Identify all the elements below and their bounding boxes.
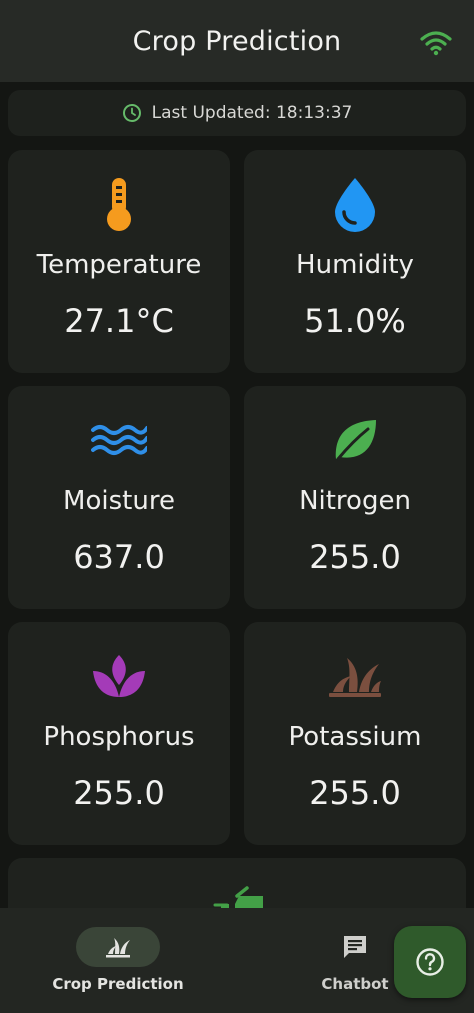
help-button[interactable] bbox=[394, 926, 466, 998]
wifi-icon[interactable] bbox=[420, 30, 452, 56]
help-icon bbox=[416, 948, 444, 976]
sensor-card-moisture[interactable]: Moisture 637.0 bbox=[8, 386, 230, 609]
sensor-card-humidity[interactable]: Humidity 51.0% bbox=[244, 150, 466, 373]
sensor-value: 255.0 bbox=[309, 774, 401, 812]
sensor-card-phosphorus[interactable]: Phosphorus 255.0 bbox=[8, 622, 230, 845]
sensor-label: Moisture bbox=[63, 486, 175, 516]
nav-icon-wrapper bbox=[323, 927, 387, 967]
grass-icon bbox=[106, 938, 130, 958]
sensor-label: Temperature bbox=[36, 250, 202, 280]
waves-icon bbox=[91, 412, 147, 468]
nav-active-indicator bbox=[76, 927, 160, 967]
sensor-value: 255.0 bbox=[309, 538, 401, 576]
sensor-value: 27.1°C bbox=[64, 302, 174, 340]
water-drop-icon bbox=[327, 176, 383, 232]
clock-icon bbox=[122, 104, 141, 122]
thermometer-icon bbox=[91, 176, 147, 232]
grass-icon bbox=[327, 648, 383, 704]
app-bar: Crop Prediction bbox=[0, 0, 474, 82]
sensor-card-potassium[interactable]: Potassium 255.0 bbox=[244, 622, 466, 845]
nav-item-crop-prediction[interactable]: Crop Prediction bbox=[50, 908, 186, 993]
sensor-label: Phosphorus bbox=[43, 722, 195, 752]
last-updated-text: Last Updated: 18:13:37 bbox=[151, 103, 353, 123]
sensor-value: 637.0 bbox=[73, 538, 165, 576]
nav-label: Chatbot bbox=[321, 975, 389, 993]
sensor-value: 51.0% bbox=[304, 302, 406, 340]
page-title: Crop Prediction bbox=[132, 25, 342, 57]
leaf-icon bbox=[327, 412, 383, 468]
sensor-label: Potassium bbox=[288, 722, 422, 752]
sensor-card-temperature[interactable]: Temperature 27.1°C bbox=[8, 150, 230, 373]
sensor-label: Nitrogen bbox=[299, 486, 411, 516]
chat-icon bbox=[344, 936, 366, 958]
sensor-value: 255.0 bbox=[73, 774, 165, 812]
sensor-label: Humidity bbox=[296, 250, 414, 280]
nav-item-chatbot[interactable]: Chatbot bbox=[312, 908, 398, 993]
sensor-card-nitrogen[interactable]: Nitrogen 255.0 bbox=[244, 386, 466, 609]
lotus-icon bbox=[91, 648, 147, 704]
sensor-grid: Temperature 27.1°C Humidity 51.0% Moistu… bbox=[8, 150, 466, 845]
nav-label: Crop Prediction bbox=[52, 975, 184, 993]
last-updated-banner: Last Updated: 18:13:37 bbox=[8, 90, 466, 136]
app-root: Crop Prediction Last Updated: 18:13:37 T… bbox=[0, 0, 474, 1013]
